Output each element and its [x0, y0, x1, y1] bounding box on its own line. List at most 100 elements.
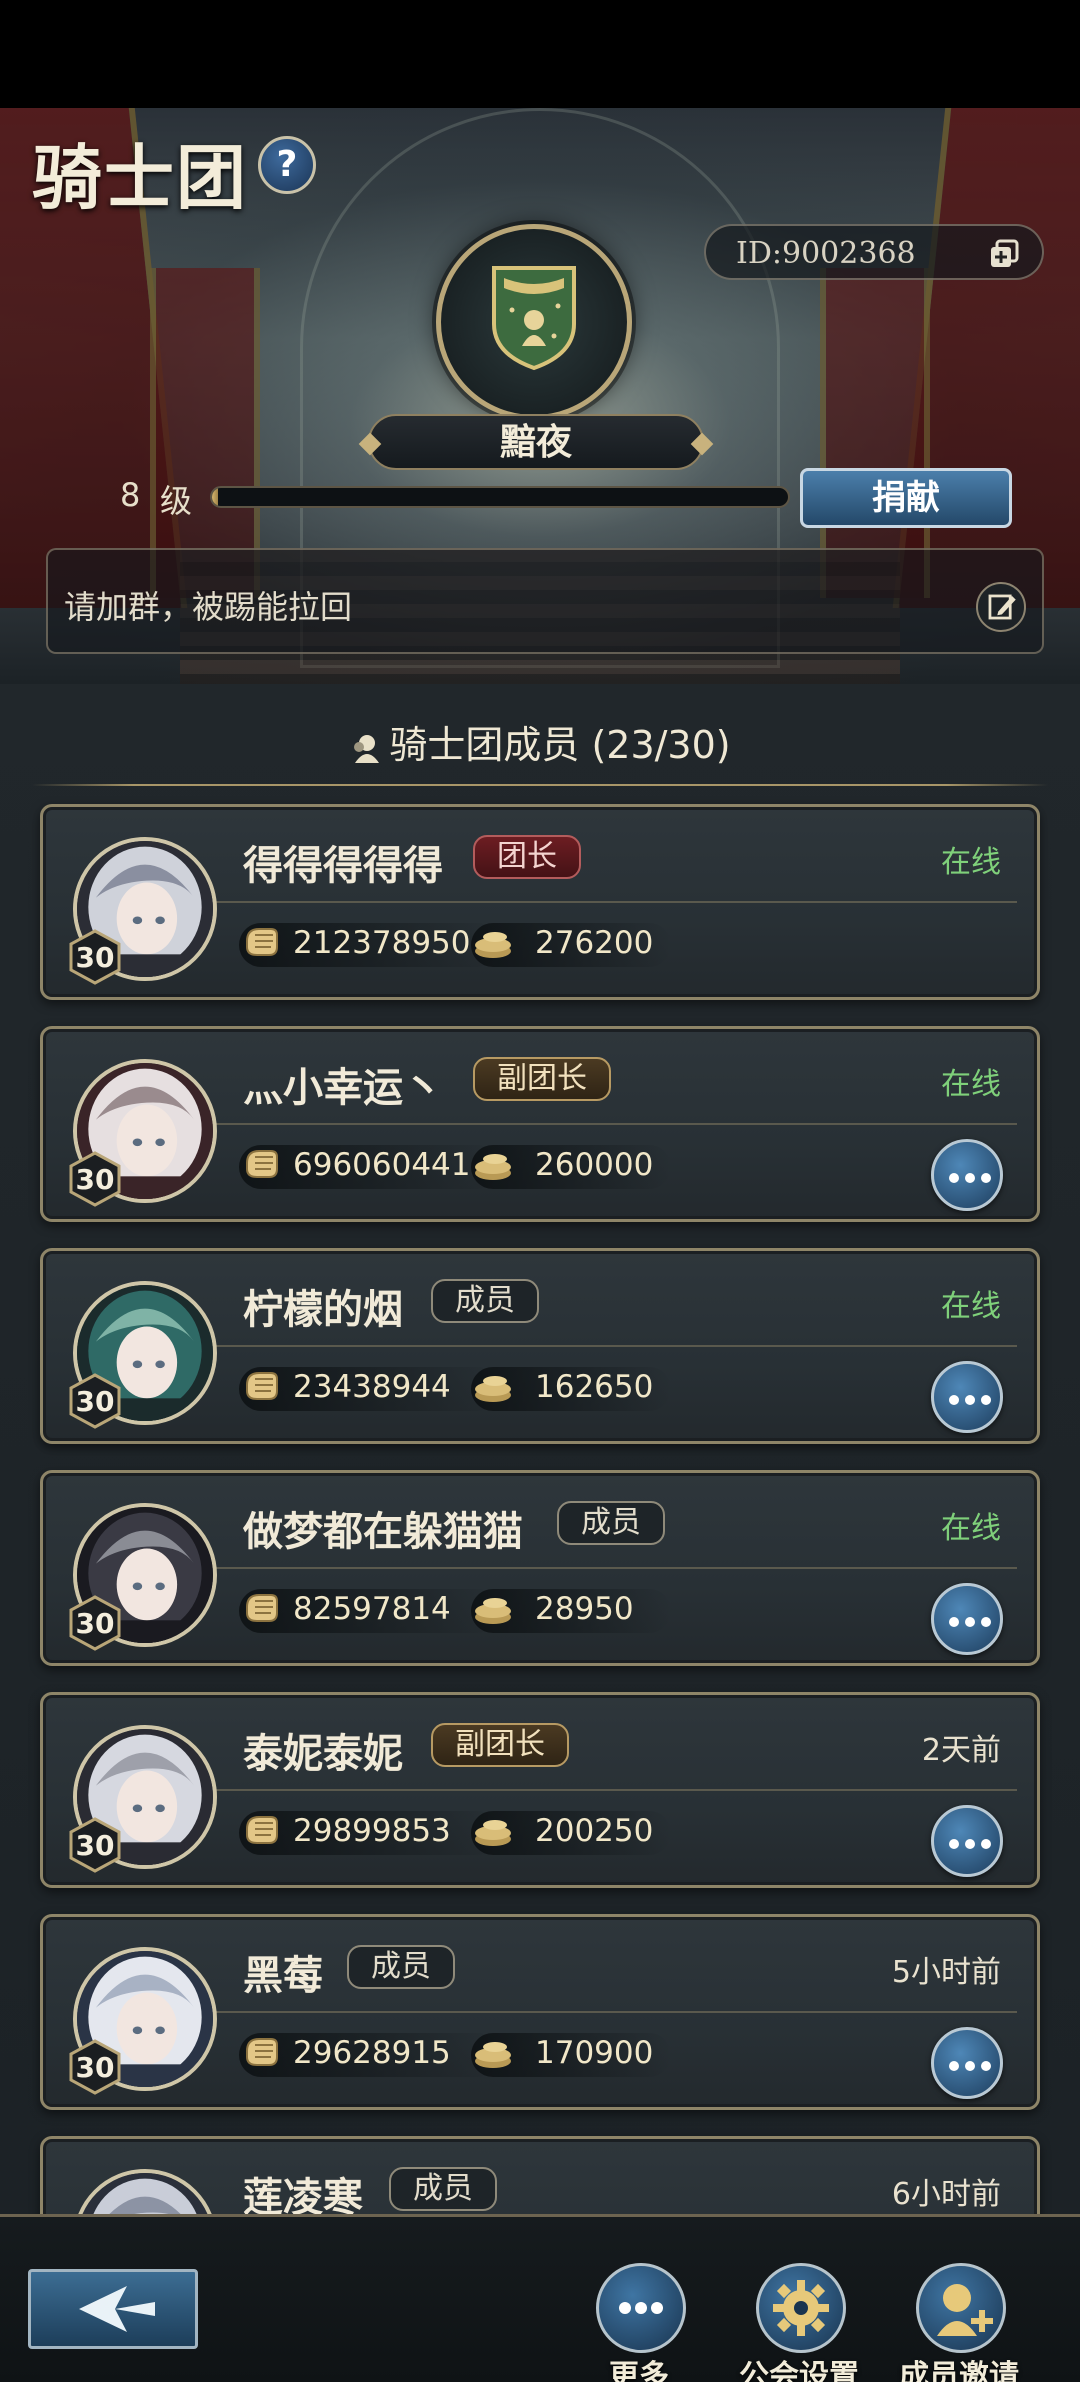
member-card[interactable]: 30 黑莓 成员 5小时前 29628915 170900 — [40, 1914, 1040, 2110]
coins-icon — [475, 1598, 511, 1624]
member-status: 在线 — [941, 1511, 1001, 1546]
members-title: 骑士团成员 (23/30) — [389, 723, 731, 767]
level-value: 30 — [75, 1385, 115, 1418]
power-value: 212378950 — [293, 925, 471, 961]
fist-icon — [246, 1816, 278, 1844]
member-status: 6小时前 — [891, 2177, 1001, 2212]
role-badge: 团长 — [473, 835, 581, 879]
level-badge: 30 — [67, 929, 123, 985]
member-actions-button[interactable] — [931, 1361, 1003, 1433]
role-badge: 副团长 — [473, 1057, 611, 1101]
coins-icon — [475, 932, 511, 958]
more-nav-button[interactable]: 更多 — [584, 2263, 694, 2382]
guild-level-number: 8 — [120, 476, 141, 514]
guild-settings-button[interactable]: 公会设置 — [739, 2263, 859, 2382]
level-badge: 30 — [67, 1595, 123, 1651]
guild-notice-text: 请加群，被踢能拉回 — [64, 588, 353, 626]
guild-emblem-icon — [492, 266, 576, 371]
level-value: 30 — [75, 2051, 115, 2084]
level-value: 30 — [75, 1163, 115, 1196]
member-card[interactable]: 30 泰妮泰妮 副团长 2天前 29899853 200250 — [40, 1692, 1040, 1888]
coins-value: 28950 — [535, 1591, 634, 1627]
guild-id-pill[interactable]: ID:9002368 — [704, 224, 1044, 280]
avatar[interactable] — [73, 2169, 217, 2214]
member-card[interactable]: 30 灬小幸运丶 副团长 在线 696060441 260000 — [40, 1026, 1040, 1222]
role-badge: 成员 — [389, 2167, 497, 2211]
fist-icon — [246, 928, 278, 956]
help-icon[interactable]: ? — [258, 136, 316, 194]
guild-name: 黯夜 — [499, 421, 572, 463]
role-badge: 成员 — [557, 1501, 665, 1545]
member-invite-label: 成员邀请 — [899, 2359, 1019, 2382]
power-value: 23438944 — [293, 1369, 451, 1405]
guild-notice: 请加群，被踢能拉回 — [46, 548, 1044, 654]
member-card[interactable]: 30 柠檬的烟 成员 在线 23438944 162650 — [40, 1248, 1040, 1444]
member-name: 泰妮泰妮 — [243, 1731, 403, 1777]
card-divider — [213, 2011, 1017, 2013]
card-divider — [213, 1345, 1017, 1347]
edit-icon[interactable] — [976, 582, 1026, 632]
level-badge: 30 — [67, 1151, 123, 1207]
member-name: 得得得得得 — [243, 843, 443, 889]
level-badge: 30 — [67, 2039, 123, 2095]
member-status: 2天前 — [921, 1733, 1001, 1768]
power-value: 82597814 — [293, 1591, 451, 1627]
donate-button[interactable]: 捐献 — [800, 468, 1012, 528]
gear-icon — [756, 2263, 846, 2353]
coins-icon — [475, 1820, 511, 1846]
fist-icon — [246, 1150, 278, 1178]
card-divider — [213, 1123, 1017, 1125]
member-status: 5小时前 — [891, 1955, 1001, 1990]
fist-icon — [246, 2038, 278, 2066]
member-status: 在线 — [941, 845, 1001, 880]
coins-icon — [475, 1376, 511, 1402]
back-button[interactable] — [28, 2269, 198, 2349]
bottom-nav: 更多 公会设置 成员邀请 — [0, 2214, 1080, 2382]
member-actions-button[interactable] — [931, 1583, 1003, 1655]
level-badge: 30 — [67, 1817, 123, 1873]
members-icon — [354, 734, 380, 763]
power-value: 29628915 — [293, 2035, 451, 2071]
member-card[interactable]: 30 莲凌寒 成员 6小时前 — [40, 2136, 1040, 2214]
member-status: 在线 — [941, 1289, 1001, 1324]
guild-id: ID:9002368 — [736, 236, 916, 271]
power-value: 29899853 — [293, 1813, 451, 1849]
card-divider — [213, 901, 1017, 903]
status-bar-area — [0, 0, 1080, 108]
fist-icon — [246, 1372, 278, 1400]
page-title: 骑士团 — [32, 136, 248, 219]
coins-value: 200250 — [535, 1813, 654, 1849]
more-icon — [596, 2263, 686, 2353]
member-actions-button[interactable] — [931, 2027, 1003, 2099]
coins-value: 170900 — [535, 2035, 654, 2071]
copy-icon[interactable] — [988, 238, 1020, 270]
power-value: 696060441 — [293, 1147, 471, 1183]
member-invite-button[interactable]: 成员邀请 — [899, 2263, 1019, 2382]
coins-value: 276200 — [535, 925, 654, 961]
section-divider — [32, 784, 1048, 786]
member-card[interactable]: 30 做梦都在躲猫猫 成员 在线 82597814 28950 — [40, 1470, 1040, 1666]
card-divider — [213, 1567, 1017, 1569]
card-divider — [213, 1789, 1017, 1791]
coins-value: 162650 — [535, 1369, 654, 1405]
coins-icon — [475, 2042, 511, 2068]
member-name: 莲凌寒 — [243, 2175, 363, 2214]
role-badge: 副团长 — [431, 1723, 569, 1767]
member-name: 灬小幸运丶 — [243, 1065, 443, 1111]
member-status: 在线 — [941, 1067, 1001, 1102]
member-actions-button[interactable] — [931, 1805, 1003, 1877]
coins-value: 260000 — [535, 1147, 654, 1183]
back-arrow-icon — [79, 2286, 155, 2332]
member-name: 柠檬的烟 — [243, 1287, 403, 1333]
guild-level-label: 级 — [160, 482, 193, 520]
guild-name-plate: 黯夜 — [368, 414, 704, 470]
member-card[interactable]: 30 得得得得得 团长 在线 212378950 276200 — [40, 804, 1040, 1000]
members-header: 骑士团成员 (23/30) — [0, 714, 1080, 769]
invite-icon — [916, 2263, 1006, 2353]
guild-exp-fill — [212, 488, 218, 506]
member-name: 做梦都在躲猫猫 — [243, 1509, 523, 1555]
member-name: 黑莓 — [243, 1953, 323, 1999]
member-actions-button[interactable] — [931, 1139, 1003, 1211]
role-badge: 成员 — [347, 1945, 455, 1989]
coins-icon — [475, 1154, 511, 1180]
